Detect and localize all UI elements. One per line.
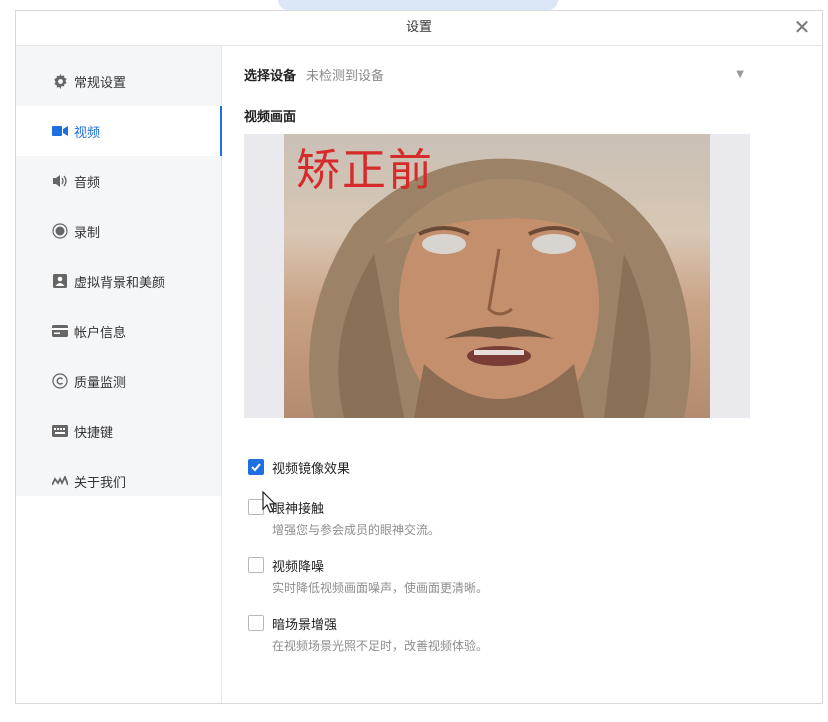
sidebar-item-virtual-bg[interactable]: 虚拟背景和美颜 xyxy=(16,256,221,306)
option-title: 眼神接触 xyxy=(272,502,325,517)
sidebar-item-general[interactable]: 常规设置 xyxy=(16,56,221,106)
chevron-down-icon: ▼ xyxy=(736,68,744,80)
sidebar-item-label: 音频 xyxy=(74,175,101,191)
sidebar-item-shortcuts[interactable]: 快捷键 xyxy=(16,406,221,456)
sidebar-item-about[interactable]: 关于我们 xyxy=(16,456,221,506)
sidebar-item-label: 快捷键 xyxy=(74,425,114,441)
denoise-checkbox[interactable] xyxy=(248,557,264,573)
sidebar-item-label: 帐户信息 xyxy=(74,325,127,341)
option-description: 实时降低视频画面噪声，使画面更清晰。 xyxy=(272,581,489,595)
option-title: 视频降噪 xyxy=(272,560,325,575)
video-preview: 矫正前 xyxy=(244,134,750,418)
option-denoise[interactable]: 视频降噪 实时降低视频画面噪声，使画面更清晰。 xyxy=(248,556,488,596)
mouse-cursor-icon xyxy=(262,491,277,513)
card-icon xyxy=(52,323,68,339)
option-title: 视频镜像效果 xyxy=(272,462,351,477)
sidebar-item-label: 质量监测 xyxy=(74,375,127,391)
sidebar-item-label: 录制 xyxy=(74,225,101,241)
low-light-checkbox[interactable] xyxy=(248,615,264,631)
option-title: 暗场景增强 xyxy=(272,618,338,633)
sidebar: 常规设置 视频 音频 录制 虚拟背景和美颜 帐户信息 质量监测 快捷键 关于我们 xyxy=(16,46,222,703)
sidebar-item-label: 视频 xyxy=(74,125,101,141)
overlay-caption: 矫正前 xyxy=(296,145,434,196)
record-icon xyxy=(52,223,68,239)
preview-label: 视频画面 xyxy=(244,110,297,125)
sidebar-item-label: 关于我们 xyxy=(74,475,127,491)
preview-image: 矫正前 xyxy=(284,134,710,418)
video-icon xyxy=(52,123,68,139)
device-select-label: 选择设备 xyxy=(244,68,297,84)
video-settings-panel: 选择设备 未检测到设备 ▼ 视频画面 矫正前 视频镜像效果 眼神接触 增强您与参… xyxy=(222,46,822,703)
sidebar-item-label: 虚拟背景和美颜 xyxy=(74,275,166,291)
option-low-light[interactable]: 暗场景增强 在视频场景光照不足时，改善视频体验。 xyxy=(248,614,488,654)
option-mirror[interactable]: 视频镜像效果 xyxy=(248,458,350,477)
close-button[interactable]: ✕ xyxy=(790,15,814,39)
checkmark-icon xyxy=(251,463,261,472)
title-bar: 设置 ✕ xyxy=(16,11,822,46)
gear-icon xyxy=(52,73,68,89)
speaker-icon xyxy=(52,173,68,189)
background-window-edge xyxy=(278,0,558,10)
sidebar-item-record[interactable]: 录制 xyxy=(16,206,221,256)
device-select-value: 未检测到设备 xyxy=(306,68,385,84)
device-select[interactable]: 选择设备 未检测到设备 ▼ xyxy=(244,60,750,88)
sidebar-item-account[interactable]: 帐户信息 xyxy=(16,306,221,356)
mirror-checkbox[interactable] xyxy=(248,459,264,475)
close-icon: ✕ xyxy=(793,15,811,39)
option-description: 增强您与参会成员的眼神交流。 xyxy=(272,523,441,537)
about-icon xyxy=(52,473,68,489)
dialog-title: 设置 xyxy=(405,20,432,35)
option-description: 在视频场景光照不足时，改善视频体验。 xyxy=(272,639,489,653)
sidebar-item-quality[interactable]: 质量监测 xyxy=(16,356,221,406)
settings-dialog: 设置 ✕ 常规设置 视频 音频 录制 虚拟背景和美颜 帐户信息 质量监测 快捷键… xyxy=(15,10,823,704)
sidebar-item-label: 常规设置 xyxy=(74,75,127,91)
keyboard-icon xyxy=(52,423,68,439)
portrait-icon xyxy=(52,273,68,289)
monitor-icon xyxy=(52,373,68,389)
sidebar-item-video[interactable]: 视频 xyxy=(16,106,222,156)
sidebar-item-audio[interactable]: 音频 xyxy=(16,156,221,206)
